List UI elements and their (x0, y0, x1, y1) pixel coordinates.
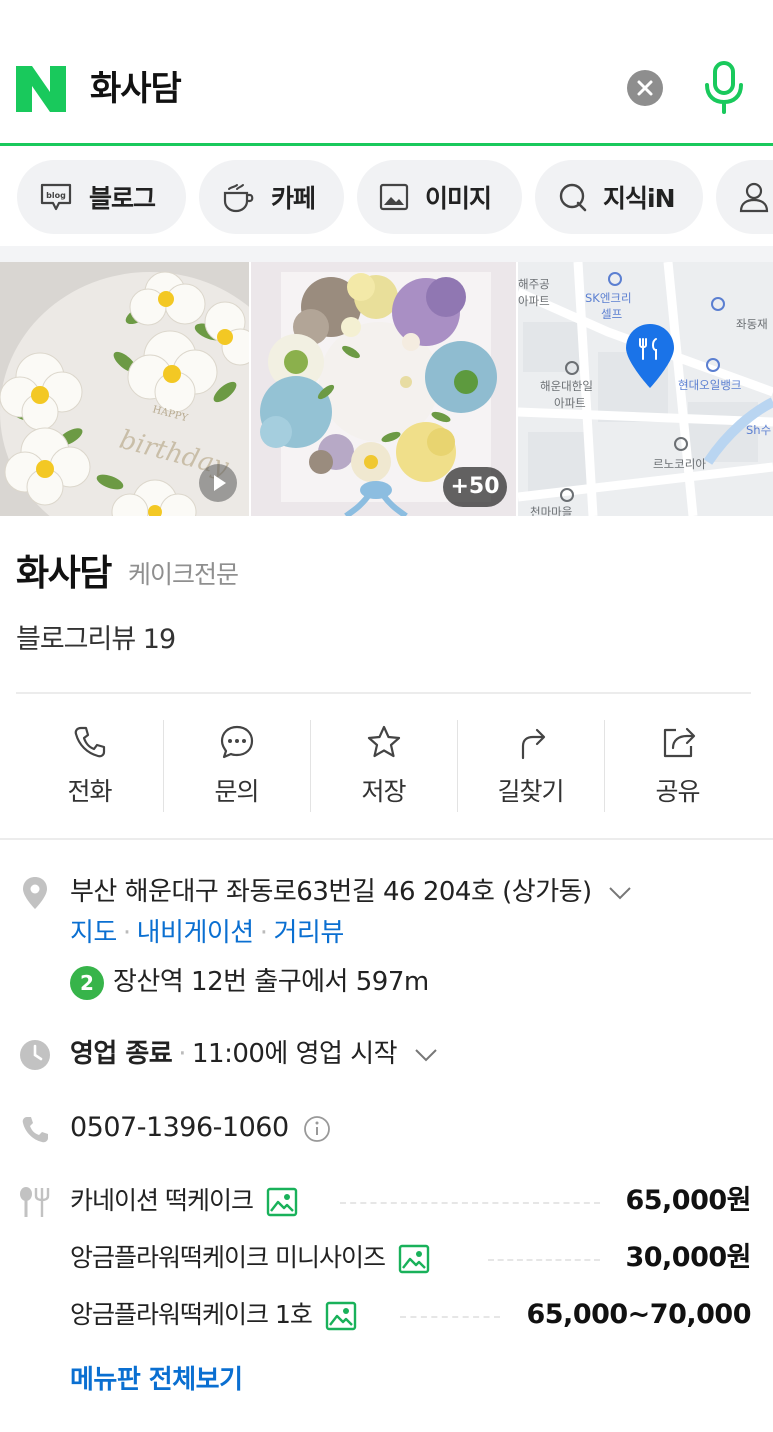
knowledge-q-icon (559, 183, 587, 212)
svg-text:아파트: 아파트 (518, 294, 550, 308)
svg-text:해주공: 해주공 (518, 277, 550, 291)
star-icon (367, 725, 400, 758)
chevron-down-icon[interactable] (607, 885, 633, 901)
microphone-icon[interactable] (700, 60, 748, 116)
svg-text:현대오일뱅크: 현대오일뱅크 (678, 378, 741, 392)
svg-text:SK엔크리: SK엔크리 (585, 291, 632, 305)
menu-item-name: 카네이션 떡케이크 (70, 1181, 298, 1221)
directions-icon (521, 728, 545, 760)
tab-knowledge-in[interactable]: 지식iN (535, 160, 703, 234)
svg-text:blog: blog (46, 191, 66, 200)
call-label: 전화 (67, 777, 112, 806)
directions-button[interactable]: 길찾기 (457, 718, 604, 814)
address-text: 부산 해운대구 좌동로63번길 46 204호 (상가동) (70, 877, 592, 907)
tab-image-label: 이미지 (425, 184, 492, 213)
business-hours[interactable]: 영업 종료 · 11:00에 영업 시작 (70, 1034, 439, 1074)
divider (16, 692, 751, 694)
svg-text:르노코리아: 르노코리아 (653, 457, 706, 471)
tab-blog[interactable]: blog 블로그 (17, 160, 186, 234)
person-icon (739, 182, 769, 213)
menu-item[interactable]: 앙금플라워떡케이크 1호 65,000~70,000 (70, 1295, 751, 1341)
tab-blog-label: 블로그 (89, 184, 156, 213)
view-full-menu-link[interactable]: 메뉴판 전체보기 (70, 1360, 243, 1400)
photo-icon[interactable] (398, 1243, 430, 1275)
info-icon[interactable] (303, 1115, 331, 1143)
cafe-cup-icon (223, 184, 254, 213)
image-icon (379, 183, 409, 211)
save-label: 저장 (361, 777, 406, 806)
address-links: 지도 · 내비게이션 · 거리뷰 (70, 918, 344, 948)
svg-text:셀프: 셀프 (601, 307, 622, 321)
restaurant-utensils-icon (20, 1187, 50, 1217)
inquiry-label: 문의 (214, 777, 259, 806)
cake-photo-1[interactable]: HAPPY birthday (0, 262, 249, 516)
opening-time: 11:00에 영업 시작 (192, 1039, 398, 1069)
cake-photo-2[interactable]: +50 (251, 262, 516, 516)
share-button[interactable]: 공유 (604, 718, 751, 814)
clear-search-button[interactable] (627, 70, 663, 106)
navigation-link[interactable]: 내비게이션 (137, 918, 255, 948)
menu-item-name: 앙금플라워떡케이크 1호 (70, 1295, 357, 1335)
tab-image[interactable]: 이미지 (357, 160, 522, 234)
search-bar: 화사담 (0, 0, 773, 146)
tab-knowledge-in-label: 지식iN (603, 184, 675, 213)
svg-text:천마마을: 천마마을 (530, 505, 572, 516)
address[interactable]: 부산 해운대구 좌동로63번길 46 204호 (상가동) (70, 872, 633, 912)
subway-directions: 장산역 12번 출구에서 597m (113, 967, 429, 997)
play-icon (214, 475, 226, 491)
video-play-button[interactable] (199, 464, 237, 502)
share-label: 공유 (655, 777, 700, 806)
street-view-link[interactable]: 거리뷰 (273, 918, 344, 948)
clock-icon (20, 1040, 50, 1070)
directions-label: 길찾기 (497, 777, 564, 806)
phone-number[interactable]: 0507-1396-1060 (70, 1108, 331, 1148)
menu-item[interactable]: 앙금플라워떡케이크 미니사이즈 30,000원 (70, 1238, 751, 1284)
map-image: 해주공 아파트 SK엔크리 셀프 좌동재 현대오일뱅크 해운대한일 아파트 Sh… (518, 262, 773, 516)
location-pin-icon (23, 877, 47, 909)
menu-item-price: 65,000원 (625, 1185, 751, 1216)
phone-small-icon (22, 1117, 48, 1143)
chevron-down-icon[interactable] (413, 1047, 439, 1063)
naver-logo-icon[interactable] (16, 66, 66, 112)
menu-item[interactable]: 카네이션 떡케이크 65,000원 (70, 1181, 751, 1227)
action-bar: 전화 문의 저장 길찾기 공유 (16, 718, 751, 814)
svg-text:해운대한일: 해운대한일 (540, 379, 593, 393)
svg-text:좌동재: 좌동재 (736, 317, 768, 331)
search-input[interactable]: 화사담 (90, 66, 182, 112)
map-link[interactable]: 지도 (70, 918, 117, 948)
chat-icon (220, 725, 253, 759)
blog-review-count[interactable]: 블로그리뷰 19 (16, 621, 176, 659)
call-button[interactable]: 전화 (16, 718, 163, 814)
business-status: 영업 종료 (70, 1039, 173, 1069)
phone-number-text: 0507-1396-1060 (70, 1112, 289, 1143)
phone-icon (74, 726, 105, 758)
location-map[interactable]: 해주공 아파트 SK엔크리 셀프 좌동재 현대오일뱅크 해운대한일 아파트 Sh… (518, 262, 773, 516)
more-photos-badge[interactable]: +50 (443, 467, 507, 507)
divider (0, 838, 773, 840)
blog-icon: blog (40, 183, 72, 211)
photo-icon[interactable] (325, 1300, 357, 1332)
tab-cafe[interactable]: 카페 (199, 160, 344, 234)
menu-item-price: 65,000~70,000 (526, 1299, 751, 1330)
subway-line-badge: 2 (70, 966, 104, 1000)
share-icon (663, 727, 695, 758)
menu-item-name: 앙금플라워떡케이크 미니사이즈 (70, 1238, 430, 1278)
save-button[interactable]: 저장 (310, 718, 457, 814)
place-category: 케이크전문 (128, 560, 239, 589)
svg-text:아파트: 아파트 (554, 396, 586, 410)
inquiry-button[interactable]: 문의 (163, 718, 310, 814)
svg-text:Sh수: Sh수 (746, 423, 771, 437)
menu-item-price: 30,000원 (625, 1242, 751, 1273)
close-icon (637, 80, 653, 96)
place-name: 화사담 (16, 553, 112, 594)
tab-person[interactable] (716, 160, 773, 234)
section-divider (0, 246, 773, 262)
tab-cafe-label: 카페 (271, 184, 316, 213)
photo-icon[interactable] (266, 1186, 298, 1218)
search-tabs: blog 블로그 카페 이미지 지식iN (0, 160, 773, 234)
